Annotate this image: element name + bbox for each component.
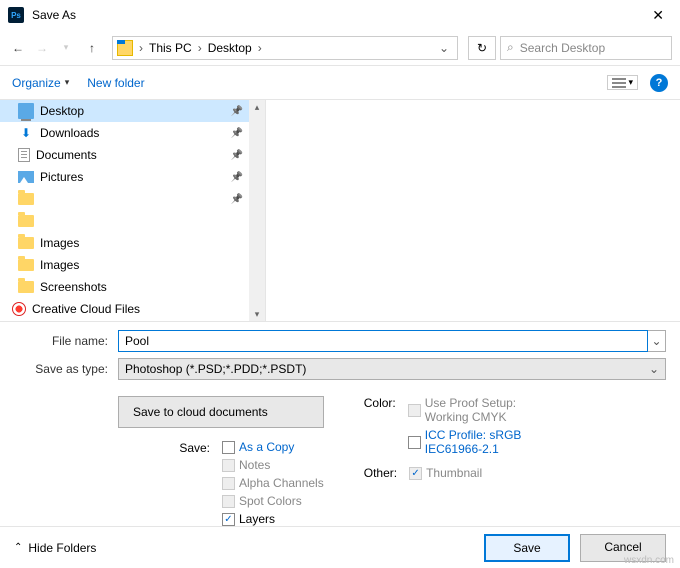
icc-label2: IEC61966-2.1: [425, 442, 522, 456]
notes-checkbox: [222, 459, 235, 472]
pic-icon: [18, 171, 34, 183]
pin-icon: 📌: [231, 106, 243, 117]
pin-icon: 📌: [231, 172, 243, 183]
tree-item-label: Downloads: [40, 126, 99, 140]
tree-item-pictures[interactable]: Pictures 📌: [0, 166, 265, 188]
tree-item-folder[interactable]: 📌: [0, 188, 265, 210]
alpha-label: Alpha Channels: [239, 476, 324, 490]
breadcrumb-thispc[interactable]: This PC: [149, 41, 192, 55]
asacopy-label: As a Copy: [239, 440, 294, 454]
saveastype-label: Save as type:: [14, 362, 118, 376]
folder-icon: [117, 40, 133, 56]
back-button[interactable]: ←: [8, 38, 28, 58]
spot-checkbox: [222, 495, 235, 508]
tree-item-images[interactable]: Images: [0, 254, 265, 276]
alpha-checkbox: [222, 477, 235, 490]
other-label: Other:: [364, 466, 401, 480]
tree-item-creative-cloud-files[interactable]: Creative Cloud Files: [0, 298, 265, 320]
up-button[interactable]: ↑: [82, 38, 102, 58]
content-pane[interactable]: [266, 100, 680, 321]
folder-icon: [18, 193, 34, 205]
footer: ⌃ Hide Folders Save Cancel: [0, 526, 680, 568]
address-bar[interactable]: › This PC › Desktop › ⌄: [112, 36, 458, 60]
color-label: Color:: [364, 396, 400, 456]
chevron-up-icon: ⌃: [14, 542, 22, 553]
filename-label: File name:: [14, 334, 118, 348]
folder-icon: [18, 215, 34, 227]
chevron-right-icon: ›: [256, 41, 264, 55]
tree-item-label: Screenshots: [40, 280, 107, 294]
save-button[interactable]: Save: [484, 534, 570, 562]
tree-item-label: Images: [40, 236, 79, 250]
doc-icon: [18, 148, 30, 162]
tree-item-downloads[interactable]: ⬇ Downloads 📌: [0, 122, 265, 144]
forward-button[interactable]: →: [32, 38, 52, 58]
new-folder-button[interactable]: New folder: [87, 76, 144, 90]
notes-label: Notes: [239, 458, 270, 472]
title-bar: Ps Save As ✕: [0, 0, 680, 30]
tree-item-label: Desktop: [40, 104, 84, 118]
toolbar: Organize▾ New folder ▾ ?: [0, 66, 680, 100]
chevron-right-icon: ›: [196, 41, 204, 55]
desktop-icon: [18, 103, 34, 119]
spot-label: Spot Colors: [239, 494, 302, 508]
pin-icon: 📌: [231, 128, 243, 139]
tree-item-label: Creative Cloud Files: [32, 302, 140, 316]
tree-item-folder[interactable]: [0, 210, 265, 232]
layers-label: Layers: [239, 512, 275, 526]
organize-menu[interactable]: Organize▾: [12, 76, 69, 90]
tree-item-images[interactable]: Images: [0, 232, 265, 254]
filename-dropdown[interactable]: ⌄: [648, 330, 666, 352]
folder-icon: [18, 281, 34, 293]
file-area: Desktop 📌 ⬇ Downloads 📌 Documents 📌 Pictures 📌 📌 I…: [0, 100, 680, 322]
tree-item-documents[interactable]: Documents 📌: [0, 144, 265, 166]
nav-tree: Desktop 📌 ⬇ Downloads 📌 Documents 📌 Pictures 📌 📌 I…: [0, 100, 266, 321]
search-placeholder: Search Desktop: [520, 41, 605, 55]
hide-folders-button[interactable]: ⌃ Hide Folders: [14, 541, 96, 555]
tree-item-label: Documents: [36, 148, 97, 162]
nav-bar: ← → ▾ ↑ › This PC › Desktop › ⌄ ↻ ⌕ Sear…: [0, 30, 680, 66]
close-button[interactable]: ✕: [644, 3, 672, 28]
view-menu[interactable]: ▾: [607, 75, 638, 90]
pin-icon: 📌: [231, 150, 243, 161]
chevron-down-icon: ⌄: [649, 362, 659, 376]
icc-checkbox[interactable]: [408, 436, 421, 449]
chevron-right-icon: ›: [137, 41, 145, 55]
icc-label1: ICC Profile: sRGB: [425, 428, 522, 442]
folder-icon: [18, 259, 34, 271]
layers-checkbox[interactable]: [222, 513, 235, 526]
saveastype-combo[interactable]: Photoshop (*.PSD;*.PDD;*.PSDT) ⌄: [118, 358, 666, 380]
folder-icon: [18, 237, 34, 249]
options-area: Save to cloud documents Save: As a Copy …: [0, 392, 680, 530]
window-title: Save As: [32, 8, 644, 22]
form-area: File name: ⌄ Save as type: Photoshop (*.…: [0, 322, 680, 392]
recent-dropdown[interactable]: ▾: [56, 38, 76, 58]
proof-checkbox: [408, 404, 421, 417]
thumbnail-checkbox: [409, 467, 422, 480]
down-icon: ⬇: [18, 125, 34, 141]
save-options-label: Save:: [118, 440, 214, 526]
search-icon: ⌕: [507, 40, 514, 55]
breadcrumb-desktop[interactable]: Desktop: [208, 41, 252, 55]
filename-input[interactable]: [118, 330, 648, 352]
proof-label1: Use Proof Setup:: [425, 396, 516, 410]
refresh-button[interactable]: ↻: [468, 36, 496, 60]
asacopy-checkbox[interactable]: [222, 441, 235, 454]
view-icon: [612, 78, 626, 88]
help-button[interactable]: ?: [650, 74, 668, 92]
address-dropdown[interactable]: ⌄: [435, 41, 453, 55]
save-to-cloud-button[interactable]: Save to cloud documents: [118, 396, 324, 428]
cc-icon: [12, 302, 26, 316]
thumbnail-label: Thumbnail: [426, 466, 482, 480]
tree-item-label: Images: [40, 258, 79, 272]
pin-icon: 📌: [231, 194, 243, 205]
tree-scrollbar[interactable]: ▴▾: [249, 100, 265, 321]
search-input[interactable]: ⌕ Search Desktop: [500, 36, 672, 60]
tree-item-desktop[interactable]: Desktop 📌: [0, 100, 265, 122]
tree-item-screenshots[interactable]: Screenshots: [0, 276, 265, 298]
app-icon: Ps: [8, 7, 24, 23]
cancel-button[interactable]: Cancel: [580, 534, 666, 562]
tree-item-label: Pictures: [40, 170, 83, 184]
proof-label2: Working CMYK: [425, 410, 516, 424]
